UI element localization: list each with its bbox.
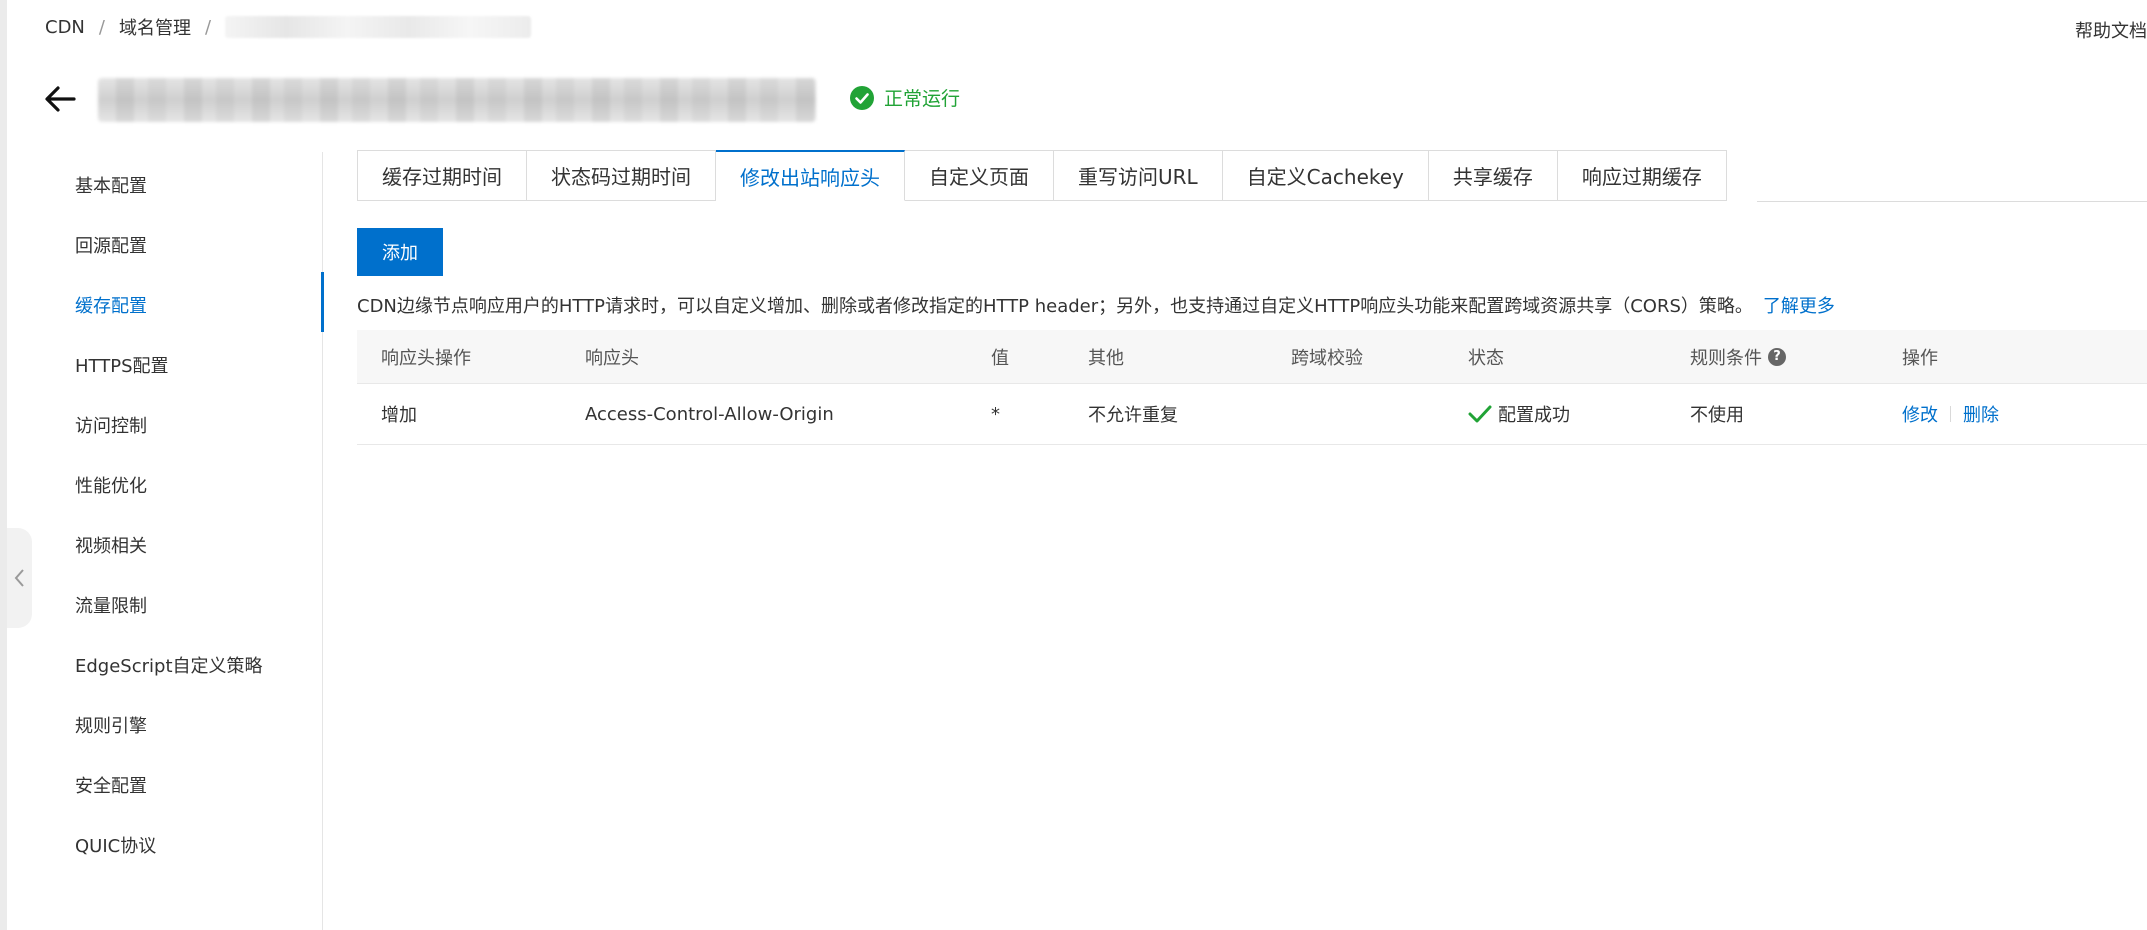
sidebar-item-basic[interactable]: 基本配置 [75,172,147,198]
sidebar-item-traffic-limit[interactable]: 流量限制 [75,592,147,618]
table-row: 增加 Access-Control-Allow-Origin * 不允许重复 配… [357,384,2147,445]
row-actions: 修改 删除 [1902,384,1999,444]
breadcrumb-domain-management[interactable]: 域名管理 [119,14,191,40]
sidebar-item-https[interactable]: HTTPS配置 [75,352,169,378]
col-header: 响应头 [585,347,639,369]
col-value: 值 [991,347,1009,369]
col-status: 状态 [1468,347,1504,369]
col-cors: 跨域校验 [1291,347,1363,369]
tab-response-expiry-cache[interactable]: 响应过期缓存 [1557,150,1727,201]
tab-shared-cache[interactable]: 共享缓存 [1428,150,1558,201]
learn-more-link[interactable]: 了解更多 [1763,296,1835,317]
col-other: 其他 [1088,347,1124,369]
arrow-left-icon[interactable] [42,81,78,117]
tab-rewrite-url[interactable]: 重写访问URL [1054,150,1223,201]
response-header-table: 响应头操作 响应头 值 其他 跨域校验 状态 规则条件 ? 操作 增加 Acce… [357,330,2147,445]
sidebar-item-edgescript[interactable]: EdgeScript自定义策略 [75,652,263,678]
check-icon [1468,405,1492,423]
edit-button[interactable]: 修改 [1902,401,1938,427]
col-actions: 操作 [1902,347,1938,369]
config-tabs: 缓存过期时间 状态码过期时间 修改出站响应头 自定义页面 重写访问URL 自定义… [357,150,1727,202]
action-divider [1950,406,1951,422]
sidebar-item-access-control[interactable]: 访问控制 [75,412,147,438]
tab-status-code-expiry[interactable]: 状态码过期时间 [527,150,716,201]
question-circle-icon[interactable]: ? [1768,347,1786,366]
description-text: CDN边缘节点响应用户的HTTP请求时，可以自定义增加、删除或者修改指定的HTT… [357,296,1753,317]
sidebar-item-quic[interactable]: QUIC协议 [75,832,156,858]
delete-button[interactable]: 删除 [1963,401,1999,427]
row-op: 增加 [381,405,417,426]
table-header: 响应头操作 响应头 值 其他 跨域校验 状态 规则条件 ? 操作 [357,330,2147,384]
col-rule: 规则条件 ? [1690,330,1786,383]
breadcrumb-separator: / [98,16,105,38]
col-rule-label: 规则条件 [1690,347,1762,369]
status-badge: 正常运行 [850,84,960,111]
sidebar-item-rule-engine[interactable]: 规则引擎 [75,712,147,738]
breadcrumb-cdn[interactable]: CDN [45,17,85,38]
status-text: 正常运行 [884,88,961,110]
sidebar-item-security[interactable]: 安全配置 [75,772,147,798]
row-header: Access-Control-Allow-Origin [585,403,834,425]
tab-cache-expiry[interactable]: 缓存过期时间 [357,150,527,201]
check-circle-icon [850,85,874,110]
tabs-baseline [1757,201,2147,202]
sidebar-item-performance[interactable]: 性能优化 [75,472,147,498]
col-op: 响应头操作 [381,347,471,369]
row-other: 不允许重复 [1088,405,1178,426]
description: CDN边缘节点响应用户的HTTP请求时，可以自定义增加、删除或者修改指定的HTT… [357,292,1835,318]
help-docs-link[interactable]: 帮助文档 [2075,17,2147,43]
tab-outbound-response-header[interactable]: 修改出站响应头 [716,150,905,201]
row-status: 配置成功 [1468,384,1570,444]
tab-custom-page[interactable]: 自定义页面 [905,150,1054,201]
sidebar-item-video[interactable]: 视频相关 [75,532,147,558]
sidebar-item-cache[interactable]: 缓存配置 [75,292,147,318]
breadcrumb: CDN / 域名管理 / [45,14,532,40]
sidebar-item-origin[interactable]: 回源配置 [75,232,147,258]
breadcrumb-current-domain [225,16,532,38]
add-button[interactable]: 添加 [357,228,443,276]
sidebar: 基本配置 回源配置 缓存配置 HTTPS配置 访问控制 性能优化 视频相关 流量… [0,152,324,930]
tab-custom-cachekey[interactable]: 自定义Cachekey [1222,150,1429,201]
row-rule: 不使用 [1690,405,1744,426]
row-status-text: 配置成功 [1498,405,1570,426]
row-value: * [991,403,1000,425]
sidebar-active-indicator [321,272,324,332]
domain-title [98,78,816,122]
breadcrumb-separator: / [204,16,212,38]
